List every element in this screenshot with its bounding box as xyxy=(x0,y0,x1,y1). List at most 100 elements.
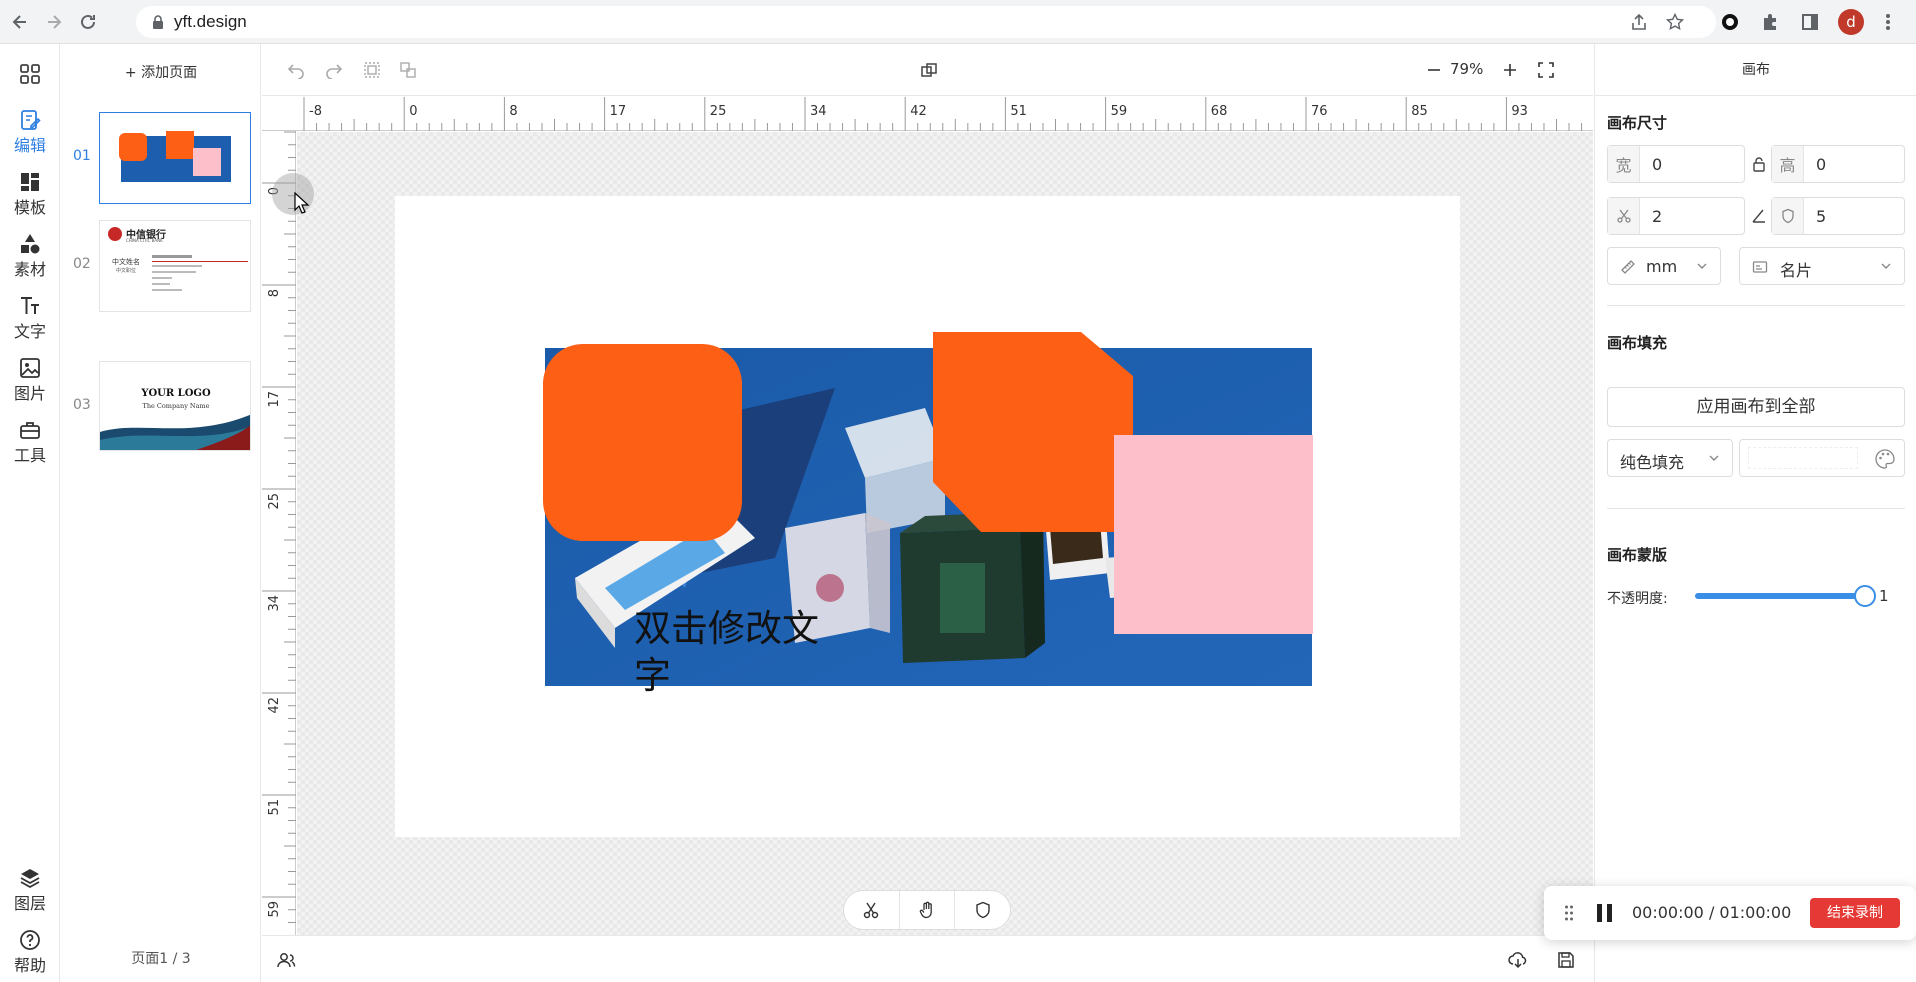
fill-type-select[interactable]: 纯色填充 xyxy=(1607,439,1733,477)
apps-grid-button[interactable] xyxy=(0,62,60,86)
section-divider xyxy=(1607,508,1905,509)
recording-time: 00:00:00 / 01:00:00 xyxy=(1632,903,1792,922)
url-text: yft.design xyxy=(174,12,247,31)
thumb-company: The Company Name xyxy=(142,402,210,410)
share-icon[interactable] xyxy=(1630,13,1648,31)
wave-decoration xyxy=(100,414,250,450)
chevron-down-icon xyxy=(1709,455,1719,461)
preset-select-value: 名片 xyxy=(1780,261,1813,280)
page-thumbnail[interactable] xyxy=(99,112,251,204)
stop-recording-button[interactable]: 结束录制 xyxy=(1810,898,1900,928)
hand-tool-button[interactable] xyxy=(900,891,956,929)
rail-item-text[interactable]: 文字 xyxy=(0,294,60,342)
lock-ratio-icon[interactable] xyxy=(1751,156,1767,172)
rail-item-material[interactable]: 素材 xyxy=(0,232,60,280)
width-label: 宽 xyxy=(1608,146,1640,182)
ruler-label: 17 xyxy=(610,104,627,119)
collaborators-icon[interactable] xyxy=(276,950,296,970)
sidepanel-icon[interactable] xyxy=(1798,10,1822,34)
drag-handle-icon[interactable] xyxy=(1564,904,1574,922)
apply-canvas-all-button[interactable]: 应用画布到全部 xyxy=(1607,387,1905,427)
preset-select[interactable]: 名片 xyxy=(1739,247,1905,285)
page-number: 01 xyxy=(73,148,91,164)
ungroup-icon[interactable] xyxy=(396,58,420,82)
shield-tool-button[interactable] xyxy=(955,891,1010,929)
ruler-label: 76 xyxy=(1311,104,1328,119)
rail-label: 编辑 xyxy=(13,136,46,155)
save-icon[interactable] xyxy=(1556,950,1576,970)
add-page-button[interactable]: + 添加页面 xyxy=(61,62,261,82)
redo-icon[interactable] xyxy=(322,58,346,82)
ruler-label: -8 xyxy=(309,104,322,119)
panel-title: 画布 xyxy=(1595,44,1916,96)
ruler-label: 68 xyxy=(1211,104,1228,119)
width-field[interactable]: 宽 0 xyxy=(1607,145,1745,183)
orange-cut-corner-shape[interactable] xyxy=(933,332,1133,532)
canvas-textbox[interactable]: 双击修改文字 xyxy=(634,605,834,699)
profile-avatar[interactable]: d xyxy=(1838,9,1864,35)
rail-item-help[interactable]: 帮助 xyxy=(0,928,60,976)
reload-icon[interactable] xyxy=(76,10,100,34)
rail-item-tools[interactable]: 工具 xyxy=(0,418,60,466)
bleed-field[interactable]: 2 xyxy=(1607,197,1745,235)
fullscreen-icon[interactable] xyxy=(1534,58,1558,82)
canvas-mask-heading: 画布蒙版 xyxy=(1607,546,1668,564)
ruler-label: 34 xyxy=(267,595,282,612)
cut-tool-button[interactable] xyxy=(844,891,900,929)
forward-icon[interactable] xyxy=(42,10,66,34)
opacity-slider-handle[interactable] xyxy=(1854,585,1876,607)
help-icon xyxy=(20,930,40,950)
group-icon[interactable] xyxy=(360,58,384,82)
zoom-in-icon[interactable] xyxy=(1498,58,1522,82)
rail-label: 素材 xyxy=(13,260,46,279)
rail-label: 图层 xyxy=(13,894,46,913)
rail-item-edit[interactable]: 编辑 xyxy=(0,108,60,156)
width-value: 0 xyxy=(1652,155,1663,174)
toolbox-icon xyxy=(20,422,40,439)
screen-recorder-widget: 00:00:00 / 01:00:00 结束录制 xyxy=(1544,886,1916,940)
horizontal-ruler[interactable]: -8 0 8 17 25 34 42 51 59 68 76 85 93 xyxy=(262,97,1593,131)
ruler-label: 25 xyxy=(267,493,282,510)
vertical-ruler[interactable]: 0 8 17 25 34 42 51 59 xyxy=(262,131,296,935)
pause-icon[interactable] xyxy=(1594,902,1616,924)
page-thumb-row[interactable] xyxy=(61,260,261,352)
orange-rounded-square[interactable] xyxy=(543,344,742,541)
star-icon[interactable] xyxy=(1666,13,1684,31)
rail-label: 图片 xyxy=(13,384,46,403)
back-icon[interactable] xyxy=(8,10,32,34)
unit-select[interactable]: mm xyxy=(1607,247,1721,285)
height-label: 高 xyxy=(1772,146,1804,182)
pointer-cursor-icon xyxy=(294,192,310,214)
fill-color-picker[interactable] xyxy=(1739,439,1905,477)
menu-kebab-icon[interactable] xyxy=(1876,10,1900,34)
undo-icon[interactable] xyxy=(284,58,308,82)
bank-en: CHINA CITIC BANK xyxy=(126,238,163,243)
rail-label: 模板 xyxy=(13,198,46,217)
shapes-icon xyxy=(21,234,40,254)
cloud-download-icon[interactable] xyxy=(1508,950,1528,970)
page-thumb-row[interactable]: 03 YOUR LOGO The Company Name xyxy=(61,361,261,453)
page-thumb-row[interactable]: 01 xyxy=(61,112,261,204)
address-bar[interactable]: yft.design xyxy=(136,6,1716,38)
pink-rectangle[interactable] xyxy=(1114,435,1313,634)
section-divider xyxy=(1607,305,1905,306)
extension-circle-icon[interactable] xyxy=(1718,10,1742,34)
ruler-label: 17 xyxy=(267,391,282,408)
zoom-out-icon[interactable] xyxy=(1422,58,1446,82)
rail-item-layers[interactable]: 图层 xyxy=(0,866,60,914)
puzzle-icon[interactable] xyxy=(1758,10,1782,34)
shield-icon xyxy=(975,901,990,919)
safe-area-value: 5 xyxy=(1816,207,1827,226)
rail-item-template[interactable]: 模板 xyxy=(0,170,60,218)
rail-item-image[interactable]: 图片 xyxy=(0,356,60,404)
safe-area-field[interactable]: 5 xyxy=(1771,197,1905,235)
chevron-down-icon xyxy=(1697,263,1707,269)
ruler-label: 51 xyxy=(267,799,282,816)
height-field[interactable]: 高 0 xyxy=(1771,145,1905,183)
page-thumbnail[interactable]: YOUR LOGO The Company Name xyxy=(99,361,251,451)
clone-icon[interactable] xyxy=(917,58,941,82)
opacity-slider[interactable] xyxy=(1695,585,1876,607)
chevron-down-icon xyxy=(1881,263,1891,269)
fill-type-value: 纯色填充 xyxy=(1620,453,1685,472)
ruler-label: 25 xyxy=(710,104,727,119)
